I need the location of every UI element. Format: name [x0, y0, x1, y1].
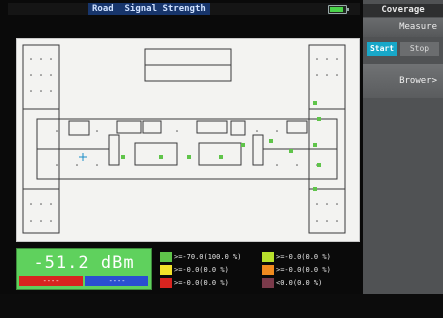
legend-swatch: [160, 265, 172, 275]
device-screen: Road Signal Strength Coverage Measure St…: [0, 0, 443, 294]
readout-left-placeholder: ----: [42, 277, 60, 285]
sidebar: Coverage Measure Start Stop Brower>: [363, 0, 443, 294]
legend-label: >=-0.0(0.0 %): [174, 279, 229, 287]
legend-label: <0.0(0.0 %): [276, 279, 323, 287]
battery-icon: [328, 5, 349, 14]
sidebar-title: Coverage: [363, 4, 443, 17]
legend-item: >=-0.0(0.0 %): [262, 265, 331, 275]
floor-plan-map[interactable]: [16, 38, 360, 242]
legend-item: >=-70.0(100.0 %): [160, 252, 241, 262]
legend-label: >=-0.0(0.0 %): [174, 266, 229, 274]
signal-readout: -51.2 dBm ---- ----: [16, 248, 152, 290]
legend-swatch: [160, 252, 172, 262]
start-button[interactable]: Start: [367, 42, 397, 56]
signal-value: -51.2 dBm: [33, 253, 135, 273]
screen-title: Road Signal Strength: [88, 3, 210, 15]
legend-label: >=-0.0(0.0 %): [276, 253, 331, 261]
legend-item: >=-0.0(0.0 %): [262, 252, 331, 262]
legend-swatch: [262, 278, 274, 288]
floor-plan-drawing: [22, 44, 346, 234]
readout-right-placeholder: ----: [108, 277, 126, 285]
status-bar: Road Signal Strength: [8, 3, 360, 15]
legend-item: >=-0.0(0.0 %): [160, 265, 229, 275]
legend-item: <0.0(0.0 %): [262, 278, 322, 288]
signal-legend: >=-70.0(100.0 %) >=-0.0(0.0 %) >=-0.0(0.…: [160, 248, 360, 290]
legend-swatch: [262, 252, 274, 262]
legend-swatch: [160, 278, 172, 288]
measure-label: Measure: [363, 18, 443, 37]
legend-item: >=-0.0(0.0 %): [160, 278, 229, 288]
legend-label: >=-0.0(0.0 %): [276, 266, 331, 274]
browse-button[interactable]: Brower>: [363, 64, 443, 98]
legend-label: >=-70.0(100.0 %): [174, 253, 242, 261]
legend-swatch: [262, 265, 274, 275]
stop-button[interactable]: Stop: [400, 42, 439, 56]
